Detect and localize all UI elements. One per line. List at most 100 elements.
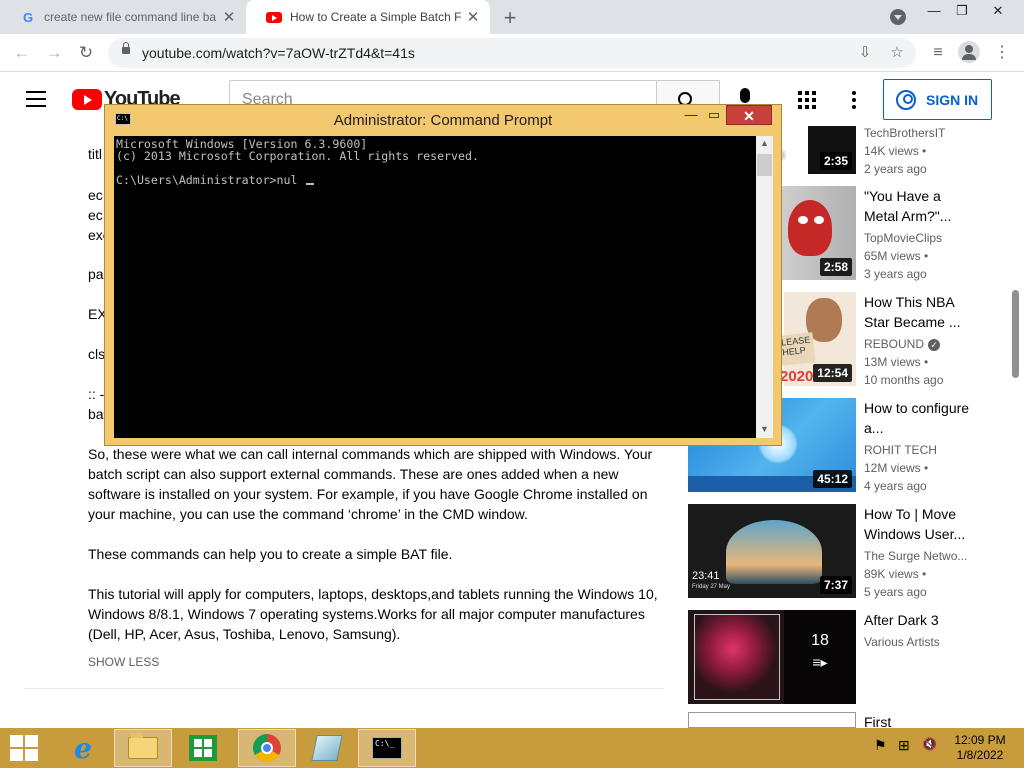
google-icon: G [22, 9, 34, 25]
channel-name[interactable]: Various Artists [864, 635, 940, 649]
forward-button[interactable]: → [42, 41, 66, 65]
divider [24, 688, 664, 689]
taskbar-internet-explorer[interactable]: e [54, 729, 112, 767]
video-duration: 2:58 [819, 258, 852, 276]
back-button[interactable]: ← [10, 41, 34, 65]
cmd-minimize-button[interactable]: — [679, 105, 703, 125]
cmd-title-bar[interactable]: C:\ Administrator: Command Prompt — ▭ ✕ [105, 105, 781, 133]
thumbnail-date: Friday 27 May [692, 584, 731, 590]
browser-toolbar: ← → ↻ youtube.com/watch?v=7aOW-trZTd4&t=… [0, 34, 1024, 72]
address-bar[interactable]: youtube.com/watch?v=7aOW-trZTd4&t=41s ⇩ … [108, 38, 916, 68]
playlist-overlay: 18 ≡▸ [784, 610, 856, 704]
playlist-count: 18 [811, 632, 829, 649]
hamburger-menu-icon[interactable] [26, 91, 46, 107]
tab-close-icon[interactable]: ✕ [218, 8, 240, 26]
upload-age: 3 years ago [864, 267, 927, 281]
description-fragment: cls [88, 346, 106, 362]
tab-youtube-video[interactable]: How to Create a Simple Batch Fil ✕ [246, 0, 490, 34]
view-count: 14K views • [864, 144, 927, 158]
description-fragment: ec [88, 187, 103, 203]
youtube-play-icon [72, 89, 102, 110]
verified-badge-icon: ✓ [928, 338, 941, 351]
network-icon[interactable]: ⊞ [898, 737, 910, 754]
taskbar-chrome[interactable] [238, 729, 296, 767]
channel-name[interactable]: The Surge Netwo... [864, 549, 967, 563]
taskbar-command-prompt[interactable]: C:\_ [358, 729, 416, 767]
video-thumbnail[interactable] [688, 712, 856, 728]
window-close-button[interactable]: ✕ [982, 0, 1014, 22]
cmd-console-output[interactable]: Microsoft Windows [Version 6.3.9600] (c)… [114, 136, 756, 438]
description-fragment: pa [88, 266, 104, 282]
scroll-down-arrow-icon[interactable]: ▼ [756, 424, 773, 434]
console-prompt-line[interactable]: C:\Users\Administrator>nul [116, 174, 754, 186]
notepad-icon [311, 735, 343, 761]
tab-google-search[interactable]: G create new file command line ba ✕ [0, 0, 246, 34]
cmd-close-button[interactable]: ✕ [726, 105, 772, 125]
url-text[interactable]: youtube.com/watch?v=7aOW-trZTd4&t=41s [142, 45, 415, 61]
tab-search-icon[interactable] [890, 9, 906, 25]
store-icon [189, 735, 217, 761]
new-tab-button[interactable]: + [498, 5, 522, 31]
upload-age: 4 years ago [864, 479, 927, 493]
scroll-up-arrow-icon[interactable]: ▲ [756, 138, 773, 148]
video-title[interactable]: How to configure a... [864, 398, 974, 438]
sign-in-label: SIGN IN [926, 91, 979, 108]
tab-title: How to Create a Simple Batch Fil [290, 10, 462, 24]
video-thumbnail[interactable]: 23:41 Friday 27 May 7:37 [688, 504, 856, 598]
video-duration: 2:35 [819, 152, 852, 170]
video-duration: 12:54 [813, 364, 852, 382]
playlist-icon: ≡▸ [812, 654, 828, 670]
reload-button[interactable]: ↻ [74, 41, 98, 65]
taskbar-windows-store[interactable] [174, 729, 232, 767]
command-prompt-icon: C:\_ [372, 737, 402, 759]
recommendation-item[interactable]: 23:41 Friday 27 May 7:37 How To | Move W… [688, 504, 1008, 599]
action-center-flag-icon[interactable]: ⚑ [874, 737, 887, 754]
browser-menu-icon[interactable]: ⋮ [990, 41, 1014, 65]
show-less-button[interactable]: SHOW LESS [88, 655, 159, 669]
window-restore-button[interactable]: ❐ [946, 0, 978, 22]
description-fragment: :: - [88, 386, 105, 402]
sign-in-button[interactable]: SIGN IN [883, 79, 992, 120]
recommendation-item[interactable]: First [688, 712, 1008, 730]
video-title[interactable]: After Dark 3 [864, 610, 974, 630]
settings-menu-icon[interactable] [852, 91, 856, 112]
channel-name[interactable]: TopMovieClips [864, 231, 942, 245]
microphone-icon[interactable] [740, 88, 750, 110]
command-prompt-window[interactable]: C:\ Administrator: Command Prompt — ▭ ✕ … [104, 104, 782, 446]
install-icon[interactable]: ⇩ [854, 42, 876, 64]
video-title[interactable]: How This NBA Star Became ... [864, 292, 974, 332]
thumbnail-clock: 23:41 [692, 570, 720, 582]
text-cursor [306, 183, 315, 185]
upload-age: 2 years ago [864, 162, 927, 176]
tab-strip: G create new file command line ba ✕ How … [0, 0, 1024, 34]
video-thumbnail[interactable]: 18 ≡▸ [688, 610, 856, 704]
description-fragment: titl [88, 146, 102, 162]
apps-grid-icon[interactable] [798, 91, 816, 109]
taskbar-notepad[interactable] [298, 729, 356, 767]
volume-muted-icon[interactable]: 🔇 [922, 737, 937, 751]
chrome-icon [253, 734, 281, 762]
tab-title: create new file command line ba [44, 10, 217, 24]
upload-age: 10 months ago [864, 373, 944, 387]
channel-name[interactable]: ROHIT TECH [864, 443, 937, 457]
tab-close-icon[interactable]: ✕ [462, 8, 484, 26]
recommendation-item[interactable]: 18 ≡▸ After Dark 3 Various Artists [688, 610, 1008, 704]
page-scrollbar[interactable] [1012, 290, 1019, 378]
channel-name[interactable]: TechBrothersIT [864, 126, 945, 140]
windows-start-icon[interactable] [10, 735, 38, 761]
console-line: (c) 2013 Microsoft Corporation. All righ… [116, 149, 479, 163]
scrollbar-thumb[interactable] [757, 154, 772, 176]
clock-time: 12:09 PM [954, 733, 1006, 747]
media-queue-icon[interactable]: ≡ [926, 41, 950, 65]
lock-icon[interactable] [122, 42, 130, 54]
bookmark-star-icon[interactable]: ☆ [886, 42, 908, 64]
thumbnail-text: 2020 [780, 368, 814, 385]
taskbar-file-explorer[interactable] [114, 729, 172, 767]
cmd-maximize-button[interactable]: ▭ [703, 105, 725, 125]
video-title[interactable]: How To | Move Windows User... [864, 504, 974, 544]
video-title[interactable]: "You Have a Metal Arm?"... [864, 186, 974, 226]
channel-name[interactable]: REBOUND ✓ [864, 337, 941, 351]
cmd-scrollbar[interactable]: ▲ ▼ [756, 136, 773, 438]
profile-avatar-icon[interactable] [958, 41, 980, 63]
system-clock[interactable]: 12:09 PM 1/8/2022 [944, 733, 1016, 763]
